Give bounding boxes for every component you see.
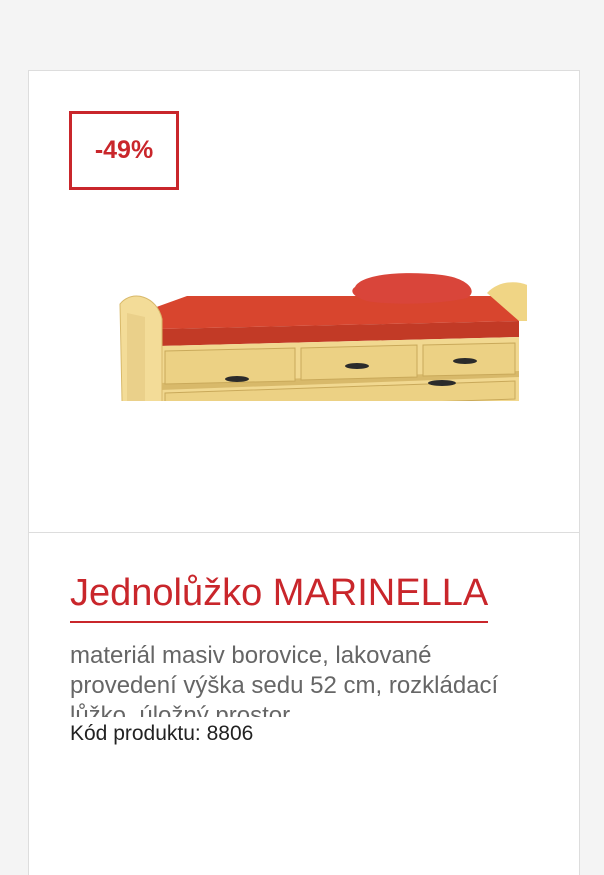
product-card[interactable]: -49% Jednolůžko MARINELLA materiál masiv… xyxy=(28,70,580,875)
product-code-label: Kód produktu: xyxy=(70,722,201,745)
discount-badge-text: -49% xyxy=(94,136,154,164)
product-info: Jednolůžko MARINELLA materiál masiv boro… xyxy=(70,571,540,747)
product-image[interactable] xyxy=(87,201,527,401)
discount-badge: -49% xyxy=(69,111,179,190)
product-code-value: 8806 xyxy=(206,722,254,745)
product-title[interactable]: Jednolůžko MARINELLA xyxy=(70,571,489,623)
product-image-area[interactable]: -49% xyxy=(29,71,579,533)
product-description: materiál masiv borovice, lakované proved… xyxy=(70,642,499,717)
product-code: Kód produktu: 8806 xyxy=(70,721,540,747)
